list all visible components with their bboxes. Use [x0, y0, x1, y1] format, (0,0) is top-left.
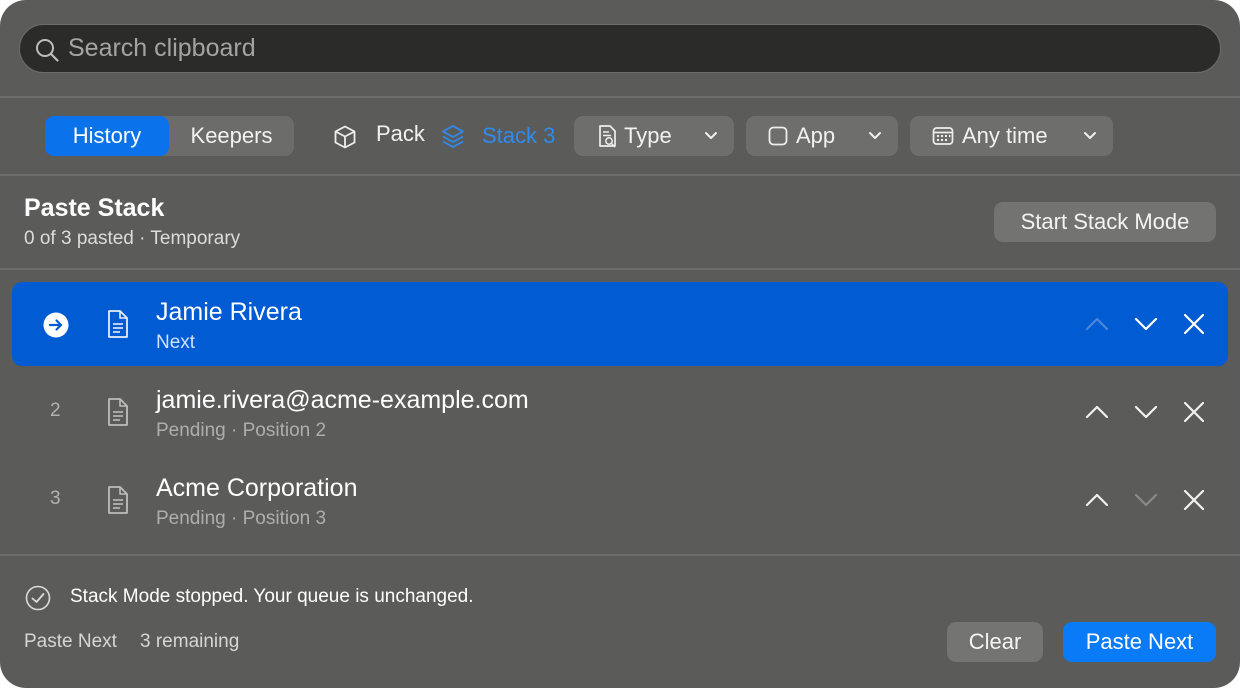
app-filter-label: App: [796, 123, 836, 148]
app-filter-dropdown[interactable]: App: [746, 116, 898, 156]
arrow-circle-icon: [43, 312, 69, 338]
calendar-icon: [932, 127, 954, 145]
pack-label: Pack: [376, 121, 425, 146]
item-position: 2: [50, 400, 61, 421]
clear-button[interactable]: Clear: [947, 622, 1043, 662]
chevron-down-icon[interactable]: [1132, 398, 1160, 426]
status-message: Stack Mode stopped. Your queue is unchan…: [70, 586, 474, 607]
item-status: Pending · Position 2: [156, 420, 327, 441]
chevron-up-icon[interactable]: [1083, 398, 1111, 426]
list-item[interactable]: 3 Acme Corporation Pending · Position 3: [12, 458, 1228, 542]
paste-next-button[interactable]: Paste Next: [1063, 622, 1216, 662]
item-status: Pending · Position 3: [156, 508, 327, 529]
item-name: Jamie Rivera: [156, 298, 302, 326]
close-icon[interactable]: [1180, 486, 1208, 514]
clipboard-window: History Keepers Pack Stack 3 Type: [0, 0, 1240, 688]
stack-progress-text: 0 of 3 pasted · Temporary: [24, 228, 241, 249]
type-filter-dropdown[interactable]: Type: [574, 116, 734, 156]
cube-icon: [334, 125, 356, 149]
close-icon[interactable]: [1180, 310, 1208, 338]
document-icon: [108, 398, 128, 426]
document-icon: [108, 486, 128, 514]
time-filter-dropdown[interactable]: Any time: [910, 116, 1113, 156]
item-name: jamie.rivera@acme-example.com: [156, 386, 529, 414]
view-segmented-control: History Keepers: [45, 116, 294, 156]
checkbox-icon: [768, 126, 788, 146]
stack-label: Stack 3: [482, 123, 556, 148]
tab-history[interactable]: History: [45, 116, 169, 156]
chevron-down-icon[interactable]: [1132, 310, 1160, 338]
time-filter-label: Any time: [962, 123, 1048, 148]
layers-icon: [442, 125, 464, 148]
tab-keepers[interactable]: Keepers: [169, 116, 294, 156]
list-item[interactable]: Jamie Rivera Next: [12, 282, 1228, 366]
remaining-count: 3 remaining: [140, 631, 240, 652]
pack-button[interactable]: Pack: [332, 116, 428, 156]
check-circle-icon: [25, 585, 51, 611]
divider: [0, 174, 1240, 176]
search-input[interactable]: [68, 25, 1188, 72]
close-icon[interactable]: [1180, 398, 1208, 426]
stack-button[interactable]: Stack 3: [440, 116, 564, 156]
document-icon: [108, 310, 128, 338]
start-stack-mode-button[interactable]: Start Stack Mode: [994, 202, 1216, 242]
chevron-down-icon: [869, 132, 881, 139]
paste-next-hint: Paste Next: [24, 631, 117, 652]
chevron-up-icon[interactable]: [1083, 310, 1111, 338]
search-bar[interactable]: [19, 24, 1221, 73]
page-title: Paste Stack: [24, 194, 165, 222]
divider: [0, 268, 1240, 270]
chevron-down-icon[interactable]: [1132, 486, 1160, 514]
item-position: 3: [50, 488, 61, 509]
doc-search-icon: [599, 125, 616, 148]
chevron-down-icon: [1084, 132, 1096, 139]
chevron-up-icon[interactable]: [1083, 486, 1111, 514]
item-name: Acme Corporation: [156, 474, 358, 502]
chevron-down-icon: [705, 132, 717, 139]
item-status: Next: [156, 332, 196, 353]
divider: [0, 554, 1240, 556]
type-filter-label: Type: [624, 123, 672, 148]
search-icon: [36, 39, 59, 62]
list-item[interactable]: 2 jamie.rivera@acme-example.com Pending …: [12, 370, 1228, 454]
divider: [0, 96, 1240, 98]
